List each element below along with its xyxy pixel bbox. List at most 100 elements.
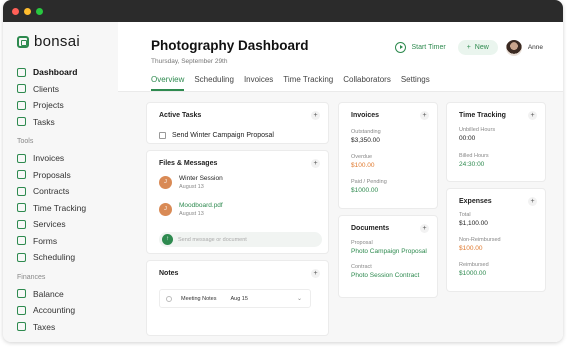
user-name: Anne [527,44,543,51]
calendar-icon [17,252,26,262]
kv-label: Contract [351,264,372,270]
send-icon [17,170,26,180]
message-placeholder: Send message or document [178,236,247,243]
add-expense-button[interactable]: + [528,197,537,206]
files-messages-card: Files & Messages + J Winter Session Augu… [146,150,329,254]
sidebar-item-proposals[interactable]: Proposals [17,167,118,184]
expenses-total: Total $1,100.00 [459,212,488,227]
sidebar-item-scheduling[interactable]: Scheduling [17,249,118,266]
document-link[interactable]: Photo Campaign Proposal [351,248,427,255]
message-input[interactable]: ↑ Send message or document [159,232,322,247]
kv-value: 00:00 [459,135,476,142]
expenses-reimbursed: Reimbursed $1000.00 [459,262,489,277]
main-area: Photography Dashboard Thursday, Septembe… [118,22,563,342]
header-actions: Start Timer + New Anne [391,39,543,56]
add-time-button[interactable]: + [528,111,537,120]
sidebar-item-time-tracking[interactable]: Time Tracking [17,200,118,217]
user-menu[interactable]: Anne [505,39,543,56]
clients-icon [17,84,26,94]
note-radio[interactable] [166,295,172,302]
kv-label: Unbilled Hours [459,127,496,133]
document-proposal[interactable]: Proposal Photo Campaign Proposal [351,240,427,255]
checkbox-icon [17,117,26,127]
sidebar-item-forms[interactable]: Forms [17,233,118,250]
note-title: Meeting Notes [181,295,217,302]
sidebar-item-taxes[interactable]: Taxes [17,319,118,336]
kv-value: $1,100.00 [459,220,488,227]
logo-text: bonsai [34,33,81,50]
close-window-dot[interactable] [12,7,19,15]
sidebar-item-tasks[interactable]: Tasks [17,114,118,131]
start-timer-label: Start Timer [411,44,446,51]
clock-icon [17,203,26,213]
sidebar-item-dashboard[interactable]: Dashboard [17,64,118,81]
document-icon [17,186,26,196]
tab-invoices[interactable]: Invoices [244,75,273,91]
grid-icon [17,67,26,77]
tab-collaborators[interactable]: Collaborators [343,75,391,91]
sidebar-item-balance[interactable]: Balance [17,286,118,303]
invoice-icon [17,153,26,163]
kv-label: Total [459,212,471,218]
sidebar-item-label: Taxes [33,321,56,332]
sidebar-item-invoices[interactable]: Invoices [17,150,118,167]
bonsai-logo-icon [17,35,29,48]
expenses-card: Expenses + Total $1,100.00 Non-Reimburse… [446,188,546,292]
file-item[interactable]: J Winter Session August 13 [159,175,223,190]
unbilled-hours: Unbilled Hours 00:00 [459,127,495,142]
new-button[interactable]: + New [457,40,498,55]
file-date: August 13 [179,211,204,217]
tab-overview[interactable]: Overview [151,75,185,91]
task-item[interactable]: Send Winter Campaign Proposal [159,132,274,139]
sidebar-item-clients[interactable]: Clients [17,81,118,98]
start-timer-button[interactable]: Start Timer [391,39,449,56]
avatar [505,39,522,56]
dashboard-content: Active Tasks + Send Winter Campaign Prop… [118,92,563,342]
sidebar-item-projects[interactable]: Projects [17,97,118,114]
tab-settings[interactable]: Settings [401,75,430,91]
title-bar [3,0,563,22]
add-document-button[interactable]: + [420,224,429,233]
sidebar-item-label: Proposals [33,169,71,180]
card-title: Time Tracking [459,112,506,119]
sidebar-item-label: Tasks [33,116,55,127]
document-contract[interactable]: Contract Photo Session Contract [351,264,419,279]
tab-scheduling[interactable]: Scheduling [194,75,234,91]
sidebar-item-label: Services [33,219,66,230]
balance-icon [17,289,26,299]
sidebar-item-label: Clients [33,83,59,94]
sidebar-item-label: Accounting [33,305,76,316]
expenses-non-reimbursed: Non-Reimbursed $100.00 [459,237,501,252]
invoices-card: Invoices + Outstanding $3,350.00 Overdue… [338,102,438,209]
add-invoice-button[interactable]: + [420,111,429,120]
sidebar-item-label: Balance [33,288,64,299]
maximize-window-dot[interactable] [36,7,43,15]
upload-cloud-icon[interactable]: ↑ [162,234,173,245]
sidebar-item-contracts[interactable]: Contracts [17,183,118,200]
new-button-label: New [474,44,489,51]
task-checkbox[interactable] [159,132,166,139]
plus-icon: + [466,44,471,51]
logo[interactable]: bonsai [17,33,118,50]
chevron-down-icon[interactable]: ⌄ [297,295,302,302]
card-title: Files & Messages [159,160,218,167]
sidebar: bonsai Dashboard Clients Projects Tasks … [3,22,118,342]
file-name: Moodboard.pdf [179,202,223,209]
add-task-button[interactable]: + [311,111,320,120]
document-link[interactable]: Photo Session Contract [351,272,419,279]
file-item[interactable]: J Moodboard.pdf August 13 [159,202,223,217]
taxes-icon [17,322,26,332]
note-item[interactable]: Meeting Notes Aug 15 ⌄ [159,289,311,308]
tab-time-tracking[interactable]: Time Tracking [283,75,333,91]
billed-hours: Billed Hours 24:30:00 [459,153,489,168]
minimize-window-dot[interactable] [24,7,31,15]
kv-value: $100.00 [459,245,483,252]
add-note-button[interactable]: + [311,269,320,278]
sidebar-item-label: Time Tracking [33,202,87,213]
invoice-overdue: Overdue $100.00 [351,154,375,169]
task-label: Send Winter Campaign Proposal [172,132,274,139]
card-title: Expenses [459,198,492,205]
sidebar-item-services[interactable]: Services [17,216,118,233]
add-file-button[interactable]: + [311,159,320,168]
sidebar-item-accounting[interactable]: Accounting [17,302,118,319]
